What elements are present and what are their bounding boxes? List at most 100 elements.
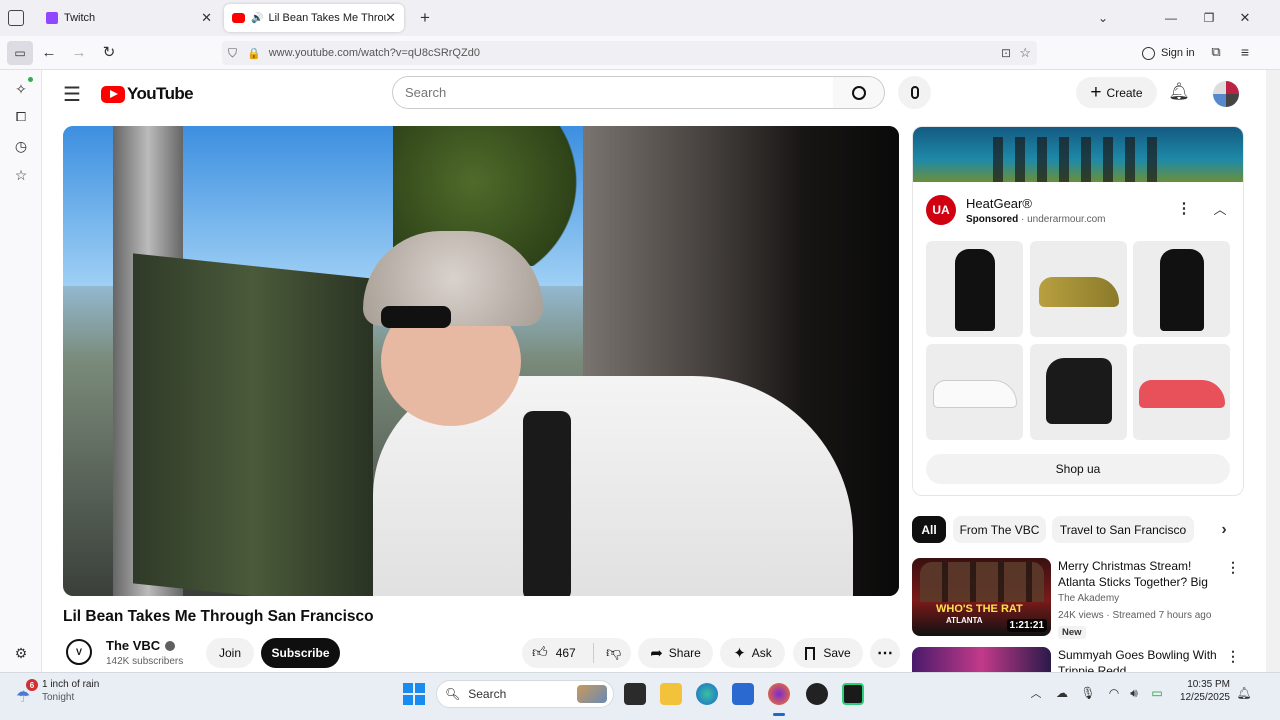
more-actions-button[interactable]: ⋯ <box>870 638 900 668</box>
ad-domain[interactable]: underarmour.com <box>1027 214 1105 225</box>
create-button[interactable]: + Create <box>1076 77 1157 108</box>
save-button[interactable]: Save <box>793 638 863 668</box>
product-tile[interactable] <box>1133 241 1230 337</box>
bookmark-star-icon[interactable]: ☆ <box>1019 45 1031 61</box>
search-input[interactable] <box>405 85 805 100</box>
close-window-icon[interactable]: ✕ <box>1236 9 1254 27</box>
weather-widget[interactable]: ☂ 6 1 inch of rain Tonight <box>14 679 134 713</box>
tab-overview-icon[interactable] <box>8 10 24 26</box>
chevron-right-icon[interactable]: › <box>1214 520 1234 540</box>
recommendation-thumbnail[interactable]: WHO'S THE RAT ATLANTA 1:21:21 <box>912 558 1051 636</box>
taskbar-search[interactable]: 🔍︎ Search <box>436 680 614 708</box>
extensions-icon[interactable]: ⧉ <box>1207 43 1225 61</box>
collapse-chevron-icon[interactable]: ︿ <box>1211 199 1229 217</box>
recommendation-item[interactable]: WHO'S THE RAT ATLANTA 1:21:21 Merry Chri… <box>912 558 1244 648</box>
product-tile[interactable] <box>1030 241 1127 337</box>
firefox-icon[interactable] <box>768 683 790 705</box>
more-vert-icon[interactable]: ⋮ <box>1226 558 1240 576</box>
chevron-down-icon[interactable]: ⌄ <box>1094 9 1112 27</box>
task-view-icon[interactable] <box>624 683 646 705</box>
recommendation-title[interactable]: Summyah Goes Bowling With Trippie Redd <box>1058 647 1220 672</box>
share-button[interactable]: ➦ Share <box>638 638 713 668</box>
new-tab-icon[interactable]: + <box>416 8 434 27</box>
product-tile[interactable] <box>926 241 1023 337</box>
ad-brand-logo[interactable]: UA <box>926 195 956 225</box>
store-icon[interactable] <box>732 683 754 705</box>
volume-icon[interactable]: 🔊︎ <box>1126 685 1142 701</box>
product-tile[interactable] <box>1133 344 1230 440</box>
hamburger-menu-icon[interactable]: ☰ <box>60 82 84 106</box>
onedrive-icon[interactable]: ☁ <box>1054 685 1070 701</box>
sidebar-toggle-icon[interactable]: ▭ <box>7 41 33 65</box>
ad-more-icon[interactable]: ⋮ <box>1175 199 1193 217</box>
ad-banner-image[interactable] <box>913 127 1243 182</box>
start-button[interactable] <box>403 683 425 705</box>
search-icon: 🔍︎ <box>445 687 461 701</box>
ask-button[interactable]: ✦ Ask <box>720 638 785 668</box>
restore-icon[interactable]: ❐ <box>1200 9 1218 27</box>
reload-icon[interactable]: ↻ <box>100 43 118 61</box>
windows-taskbar: ☂ 6 1 inch of rain Tonight 🔍︎ Search ︿ ☁… <box>0 672 1280 720</box>
ai-sparkle-icon[interactable]: ✧ <box>12 80 30 98</box>
channel-name-text[interactable]: The VBC <box>106 638 160 653</box>
avatar[interactable] <box>1213 81 1239 107</box>
page-scrollbar[interactable] <box>1266 70 1280 672</box>
product-tile[interactable] <box>1030 344 1127 440</box>
close-icon[interactable]: ✕ <box>385 10 396 26</box>
url-bar[interactable]: ⛉ 🔒 www.youtube.com/watch?v=qU8cSRrQZd0 … <box>222 41 1037 65</box>
recommendation-channel[interactable]: The Akademy <box>1058 593 1119 604</box>
shield-icon[interactable]: ⛉ <box>228 46 237 61</box>
speaker-icon[interactable]: 🔊 <box>251 13 263 24</box>
settings-icon[interactable]: ⚙ <box>12 644 30 662</box>
obs-icon[interactable] <box>806 683 828 705</box>
like-button[interactable]: 👍︎ 467 <box>522 643 594 663</box>
microphone-icon[interactable]: 🎙︎ <box>1080 685 1096 701</box>
subscribe-button[interactable]: Subscribe <box>261 638 340 668</box>
history-icon[interactable]: ◷ <box>12 137 30 155</box>
join-button[interactable]: Join <box>206 638 254 668</box>
synced-tabs-icon[interactable]: ⧠ <box>12 108 30 126</box>
lock-icon[interactable]: 🔒 <box>247 47 261 60</box>
edge-icon[interactable] <box>696 683 718 705</box>
more-vert-icon[interactable]: ⋮ <box>1226 647 1240 665</box>
notifications-bell-icon[interactable]: 🔔︎ <box>1168 82 1190 102</box>
recommendation-title[interactable]: Merry Christmas Stream! Atlanta Sticks T… <box>1058 558 1220 590</box>
weather-title: 1 inch of rain <box>42 679 100 690</box>
ask-label: Ask <box>751 646 772 660</box>
notification-center-icon[interactable]: 🔔︎ <box>1236 685 1252 701</box>
channel-avatar[interactable]: V <box>66 639 92 665</box>
back-icon[interactable]: ← <box>40 43 58 61</box>
product-tile[interactable] <box>926 344 1023 440</box>
app-icon[interactable] <box>842 683 864 705</box>
minimize-icon[interactable]: — <box>1162 9 1180 27</box>
tab-youtube[interactable]: 🔊 Lil Bean Takes Me Through ✕ <box>224 4 404 32</box>
file-explorer-icon[interactable] <box>660 683 682 705</box>
bookmarks-icon[interactable]: ☆ <box>12 166 30 184</box>
video-player[interactable] <box>63 126 899 596</box>
search-button[interactable] <box>833 76 885 109</box>
recommendation-item[interactable]: Summyah Goes Bowling With Trippie Redd ⋮ <box>912 647 1244 672</box>
chip-from-channel[interactable]: From The VBC <box>953 516 1046 543</box>
chip-related-topic[interactable]: Travel to San Francisco <box>1052 516 1194 543</box>
ad-cta-button[interactable]: Shop ua <box>926 454 1230 484</box>
url-text[interactable]: www.youtube.com/watch?v=qU8cSRrQZd0 <box>269 47 480 59</box>
close-icon[interactable]: ✕ <box>201 10 212 26</box>
thumbs-down-icon[interactable]: 👎︎ <box>606 644 621 662</box>
voice-search-button[interactable] <box>898 76 931 109</box>
tab-twitch[interactable]: Twitch ✕ <box>38 4 220 32</box>
ad-brand-name[interactable]: HeatGear® <box>966 196 1032 211</box>
forward-icon[interactable]: → <box>70 43 88 61</box>
chip-all[interactable]: All <box>912 516 946 543</box>
translate-icon[interactable]: ⊡ <box>1001 46 1011 60</box>
wifi-icon[interactable]: ◠ <box>1106 685 1122 701</box>
battery-icon[interactable]: ▭ <box>1148 685 1166 701</box>
channel-name[interactable]: The VBC <box>106 638 176 653</box>
sign-in-button[interactable]: Sign in <box>1142 43 1195 63</box>
youtube-logo[interactable]: YouTube <box>101 83 194 105</box>
recommendation-thumbnail[interactable] <box>912 647 1051 672</box>
browser-sidebar: ✧ ⧠ ◷ ☆ ⚙ <box>0 70 42 672</box>
menu-icon[interactable]: ≡ <box>1236 43 1254 61</box>
clock[interactable]: 10:35 PM 12/25/2025 <box>1174 679 1230 703</box>
search-box[interactable] <box>392 76 834 109</box>
show-hidden-icons-icon[interactable]: ︿ <box>1028 685 1044 701</box>
